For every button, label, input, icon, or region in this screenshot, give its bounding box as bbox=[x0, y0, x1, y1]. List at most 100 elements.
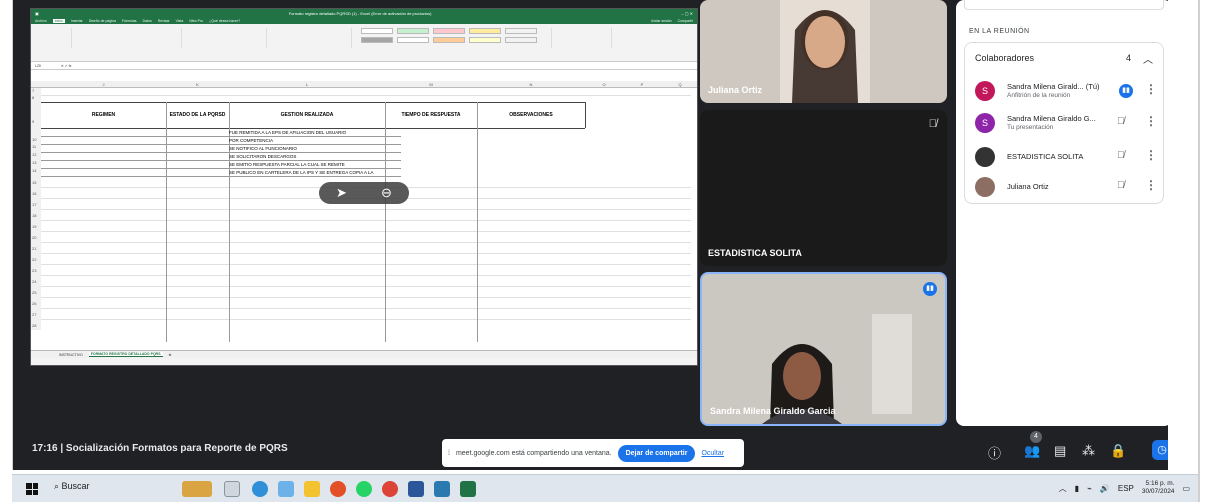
zoom-out-icon[interactable]: ⊖ bbox=[381, 185, 392, 201]
style-normal[interactable] bbox=[361, 28, 393, 34]
video-tile-estadistica[interactable]: 🎙̸ ESTADISTICA SOLITA bbox=[700, 110, 947, 266]
header-estado[interactable]: ESTADO DE LA PQRSD bbox=[166, 112, 229, 118]
header-gestion[interactable]: GESTION REALIZADA bbox=[229, 112, 385, 118]
cell-gestion[interactable]: SE SOLICITARON DESCARGOS bbox=[229, 154, 296, 159]
participant-row[interactable]: Juliana Ortiz 🎙̸ ⋮ bbox=[973, 173, 1159, 201]
header-tiempo[interactable]: TIEMPO DE RESPUESTA bbox=[385, 112, 477, 118]
formula-bar[interactable]: L20 ✕ ✓ fx bbox=[31, 62, 697, 70]
chrome-icon[interactable] bbox=[382, 481, 398, 497]
activities-icon[interactable]: ⁂ bbox=[1082, 443, 1095, 459]
style-texto[interactable] bbox=[397, 37, 429, 43]
col-header[interactable]: Q bbox=[661, 81, 697, 88]
ribbon-tab[interactable]: Diseño de página bbox=[89, 19, 116, 23]
more-options-icon[interactable]: ⋮ bbox=[1145, 82, 1157, 96]
participant-row[interactable]: S Sandra Milena Girald... (Tú) Anfitrión… bbox=[973, 77, 1159, 105]
chevron-up-icon[interactable]: ︿ bbox=[1143, 51, 1153, 66]
ribbon-tab[interactable]: Fórmulas bbox=[122, 19, 137, 23]
ribbon-tab[interactable]: Datos bbox=[143, 19, 152, 23]
row-header[interactable]: 26 bbox=[31, 297, 41, 308]
ribbon-tab[interactable]: Vista bbox=[176, 19, 184, 23]
edge-icon[interactable] bbox=[252, 481, 268, 497]
sheet-tab-active[interactable]: FORMATO REGISTRO DETALLADO PQRS bbox=[88, 352, 163, 357]
mail-icon[interactable] bbox=[278, 481, 294, 497]
more-options-icon[interactable]: ⋮ bbox=[1145, 148, 1157, 162]
style-entrada[interactable] bbox=[433, 37, 465, 43]
col-header[interactable]: N bbox=[477, 81, 585, 88]
col-header[interactable]: J bbox=[41, 81, 166, 88]
participant-row[interactable]: ESTADISTICA SOLITA 🎙̸ ⋮ bbox=[973, 143, 1159, 171]
style-incorrecto[interactable] bbox=[433, 28, 465, 34]
row-header[interactable]: 9 bbox=[31, 102, 41, 128]
row-header[interactable]: 21 bbox=[31, 242, 41, 253]
clock[interactable]: 5:16 p. m. 30/07/2024 bbox=[1142, 480, 1175, 496]
excel-window-controls[interactable]: – ▢ ✕ bbox=[681, 11, 693, 16]
mic-off-icon[interactable]: 🎙̸ bbox=[1117, 116, 1125, 127]
taskbar-search[interactable]: ⌕ Buscar bbox=[54, 481, 90, 492]
photos-icon[interactable] bbox=[434, 481, 450, 497]
cell-gestion[interactable]: FUE REMITIDA A LA EPS DE AFILIACION DEL … bbox=[229, 130, 346, 135]
row-header[interactable]: 18 bbox=[31, 209, 41, 220]
add-sheet-icon[interactable]: ⊕ bbox=[169, 353, 172, 357]
row-header[interactable]: 25 bbox=[31, 286, 41, 297]
volume-icon[interactable]: 🔊 bbox=[1100, 484, 1110, 493]
task-view-icon[interactable] bbox=[224, 481, 240, 497]
sheet-tab[interactable]: INSTRUCTIVO bbox=[59, 353, 83, 357]
cell-gestion[interactable]: SE EMITIO RESPUESTA PARCIAL LA CUAL SE R… bbox=[229, 162, 345, 167]
ribbon-tell-me[interactable]: ¿Qué desea hacer? bbox=[209, 19, 240, 23]
video-tile-sandra[interactable]: ▮▮ Sandra Milena Giraldo Garcia bbox=[700, 272, 947, 426]
row-header[interactable]: 13 bbox=[31, 160, 41, 168]
style-salida[interactable] bbox=[505, 37, 537, 43]
cell-gestion[interactable]: POR COMPETENCIA bbox=[229, 138, 273, 143]
header-observaciones[interactable]: OBSERVACIONES bbox=[477, 112, 585, 118]
name-box[interactable]: L20 bbox=[35, 64, 41, 68]
mic-off-icon[interactable]: 🎙̸ bbox=[1117, 180, 1125, 191]
participant-row[interactable]: S Sandra Milena Giraldo G... Tu presenta… bbox=[973, 109, 1159, 137]
file-explorer-icon[interactable] bbox=[304, 481, 320, 497]
col-header[interactable]: M bbox=[385, 81, 477, 88]
host-controls-icon[interactable]: 🔒 bbox=[1110, 443, 1126, 459]
col-header[interactable]: P bbox=[623, 81, 661, 88]
video-tile-juliana[interactable]: Juliana Ortiz bbox=[700, 0, 947, 103]
header-regimen[interactable]: REGIMEN bbox=[41, 112, 166, 118]
style-notas[interactable] bbox=[469, 37, 501, 43]
row-header[interactable]: 12 bbox=[31, 152, 41, 160]
stop-sharing-button[interactable]: Dejar de compartir bbox=[617, 444, 696, 462]
chevron-up-icon[interactable]: ︿ bbox=[1059, 483, 1067, 494]
style-celda[interactable] bbox=[361, 37, 393, 43]
cell-gestion[interactable]: SE NOTIFICO AL FUNCIONARIO bbox=[229, 146, 297, 151]
row-header[interactable]: 19 bbox=[31, 220, 41, 231]
col-header[interactable]: O bbox=[585, 81, 623, 88]
people-icon[interactable]: 👥 bbox=[1024, 443, 1040, 459]
drag-handle-icon[interactable]: ⁞ bbox=[448, 450, 450, 457]
style-bueno[interactable] bbox=[397, 28, 429, 34]
row-header[interactable]: 27 bbox=[31, 308, 41, 319]
style-calculo[interactable] bbox=[505, 28, 537, 34]
signin-link[interactable]: Iniciar sesión bbox=[651, 19, 671, 23]
ribbon-tab[interactable]: Revisar bbox=[158, 19, 170, 23]
sheet-grid[interactable]: 7 8 9 10 11 12 13 14 15 16 17 18 19 20 2… bbox=[31, 88, 697, 350]
col-header[interactable]: L bbox=[229, 81, 385, 88]
windows-start-icon[interactable] bbox=[26, 483, 38, 495]
share-link[interactable]: Compartir bbox=[678, 19, 693, 23]
battery-icon[interactable]: ▮ bbox=[1075, 484, 1079, 493]
row-header[interactable]: 22 bbox=[31, 253, 41, 264]
row-header[interactable]: 16 bbox=[31, 187, 41, 198]
row-header[interactable]: 24 bbox=[31, 275, 41, 286]
network-icon[interactable]: ⌁ bbox=[1087, 484, 1092, 493]
language-indicator[interactable]: ESP bbox=[1118, 484, 1134, 493]
ribbon-tab-inicio[interactable]: Inicio bbox=[52, 18, 65, 23]
col-header[interactable]: K bbox=[166, 81, 229, 88]
cell-gestion[interactable]: SE PUBLICO EN CARTELERA DE LA IPS Y SE E… bbox=[229, 170, 374, 175]
search-highlight-icon[interactable] bbox=[182, 481, 212, 497]
ribbon-tab[interactable]: Archivo bbox=[35, 19, 47, 23]
more-options-icon[interactable]: ⋮ bbox=[1145, 114, 1157, 128]
row-header[interactable]: 23 bbox=[31, 264, 41, 275]
row-header[interactable]: 28 bbox=[31, 319, 41, 330]
ribbon-tab[interactable]: Insertar bbox=[71, 19, 83, 23]
shared-window-controls[interactable]: ➤ ⊖ bbox=[319, 182, 409, 204]
people-search-input[interactable] bbox=[964, 0, 1164, 10]
chat-icon[interactable]: ▤ bbox=[1054, 443, 1066, 459]
timer-icon[interactable]: ◷ bbox=[1152, 440, 1168, 460]
row-header[interactable]: 15 bbox=[31, 176, 41, 187]
whatsapp-icon[interactable] bbox=[356, 481, 372, 497]
